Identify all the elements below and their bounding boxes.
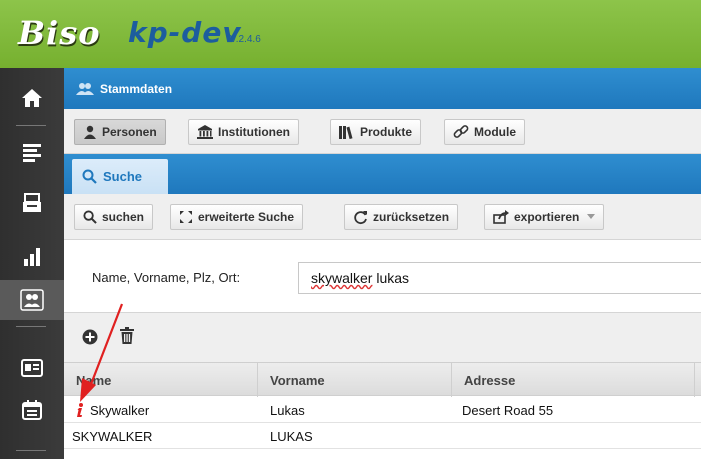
books-icon [339,126,353,139]
nav-separator [16,125,46,126]
search-field-label: Name, Vorname, Plz, Ort: [92,270,241,285]
app-name: kp-dev [128,16,242,49]
nav-people[interactable] [0,280,64,320]
button-label: suchen [102,210,145,224]
button-label: zurücksetzen [373,210,450,224]
search-input-word-misspelled: skywalker [311,270,373,286]
search-input[interactable]: skywalker lukas [298,262,701,294]
tab-suche[interactable]: Suche [72,159,168,194]
table-row[interactable]: SKYWALKER LUKAS [64,423,701,449]
results-table-header: Name Vorname Adresse [64,362,701,397]
user-icon [84,125,96,139]
search-icon [82,169,97,184]
tab-produkte[interactable]: Produkte [330,119,422,145]
export-button[interactable]: exportieren [484,204,605,230]
cell-name: Skywalker [90,402,150,418]
subtab-label: Suche [103,169,143,184]
section-title: Stammdaten [100,81,173,96]
cell-vorname: Lukas [270,402,305,418]
share-icon [493,210,509,224]
users-icon [20,289,44,311]
advanced-search-button[interactable]: erweiterte Suche [170,204,304,230]
column-header-adresse[interactable]: Adresse [452,363,695,397]
nav-home[interactable] [0,78,64,118]
tab-label: Institutionen [218,125,290,139]
refresh-icon [354,210,367,224]
inbox-icon [23,193,41,212]
reset-button[interactable]: zurücksetzen [344,204,459,230]
nav-separator [16,326,46,327]
cell-name: SKYWALKER [72,428,153,444]
list-icon [23,144,41,162]
column-header-vorname[interactable]: Vorname [258,363,452,397]
table-row[interactable]: Skywalker Lukas Desert Road 55 [64,397,701,423]
button-label: erweiterte Suche [198,210,295,224]
tab-module[interactable]: Module [444,119,525,145]
search-form: Name, Vorname, Plz, Ort: skywalker lukas [64,240,701,312]
app-version: V.2.4.6 [230,34,261,45]
subtab-bar: Suche [64,154,701,194]
search-input-word: lukas [376,270,410,286]
home-icon [22,89,42,107]
cell-adresse: Desert Road 55 [462,402,554,418]
side-navigation [0,68,64,459]
nav-inbox[interactable] [0,183,64,223]
action-toolbar: suchen erweiterte Suche zurücksetzen exp… [64,194,701,240]
tab-institutionen[interactable]: Institutionen [188,119,299,145]
users-icon [76,82,94,95]
info-icon[interactable] [76,403,84,418]
nav-separator [16,450,46,451]
id-card-icon [21,359,43,377]
bar-chart-icon [24,248,40,266]
tab-personen[interactable]: Personen [74,119,166,145]
link-icon [453,125,469,138]
tab-label: Personen [102,125,157,139]
entity-tab-row: Personen Institutionen Produkte Module [64,109,701,154]
add-circle-icon[interactable] [82,329,98,345]
institution-icon [197,125,213,139]
dropdown-caret-icon [587,214,596,219]
search-icon [83,210,97,224]
nav-list[interactable] [0,132,64,172]
calendar-icon [22,400,42,420]
app-logo: Biso [18,14,101,52]
app-header: Biso kp-dev V.2.4.6 [0,0,701,68]
section-bar: Stammdaten [64,68,701,109]
list-toolbar [64,312,701,362]
nav-id-card[interactable] [0,348,64,388]
cell-vorname: LUKAS [270,428,313,444]
nav-calendar[interactable] [0,390,64,430]
expand-icon [180,211,192,223]
column-header-name[interactable]: Name [64,363,258,397]
tab-label: Module [474,125,516,139]
search-button[interactable]: suchen [74,204,154,230]
tab-label: Produkte [360,125,413,139]
trash-icon[interactable] [120,327,134,345]
button-label: exportieren [514,210,580,224]
nav-statistics[interactable] [0,236,64,276]
